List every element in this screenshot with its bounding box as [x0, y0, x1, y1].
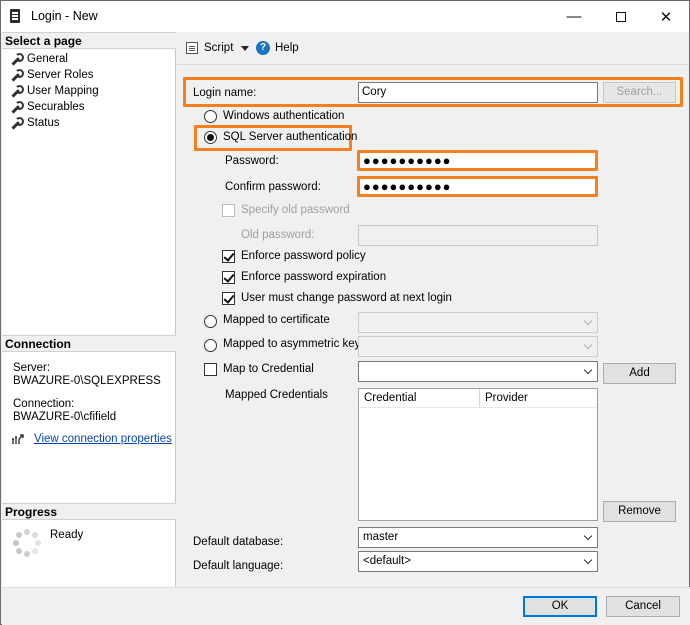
page-item-label: Server Roles	[27, 69, 94, 81]
title-bar: Login - New — ✕	[1, 1, 689, 32]
specify-old-password-label: Specify old password	[241, 204, 350, 216]
search-button[interactable]: Search...	[603, 82, 676, 103]
enforce-expiration-label[interactable]: Enforce password expiration	[241, 271, 386, 283]
wrench-icon	[10, 52, 24, 65]
progress-spinner-icon	[13, 529, 41, 557]
page-item-user-mapping[interactable]: User Mapping	[10, 83, 99, 99]
server-label: Server:	[13, 362, 51, 374]
ok-button[interactable]: OK	[523, 596, 597, 617]
help-icon[interactable]: ?	[256, 41, 270, 55]
default-database-value: master	[363, 531, 399, 543]
help-button[interactable]: Help	[275, 42, 299, 54]
enforce-policy-checkbox[interactable]	[222, 250, 235, 263]
view-connection-properties[interactable]: View connection properties	[11, 433, 172, 445]
chevron-down-icon	[583, 531, 593, 541]
confirm-password-input[interactable]: ●●●●●●●●●●	[360, 179, 595, 194]
asymmetric-key-combo[interactable]	[358, 336, 598, 357]
wrench-icon	[10, 84, 24, 97]
default-language-label: Default language:	[193, 560, 284, 572]
connection-properties-icon	[12, 434, 24, 444]
password-label: Password:	[225, 155, 279, 167]
mapped-credentials-label: Mapped Credentials	[225, 389, 328, 401]
minimize-button[interactable]: —	[551, 1, 597, 32]
left-pane: Select a page General Server Roles User …	[2, 32, 176, 587]
window-title: Login - New	[31, 9, 98, 23]
enforce-expiration-checkbox[interactable]	[222, 271, 235, 284]
certificate-combo[interactable]	[358, 312, 598, 333]
connection-heading: Connection	[2, 335, 176, 352]
general-page: Script ? Help Login name: Cory Search...…	[177, 32, 689, 587]
dialog-button-bar: OK Cancel	[2, 587, 690, 625]
default-database-label: Default database:	[193, 536, 284, 548]
script-dropdown-arrow[interactable]	[241, 46, 249, 51]
windows-auth-radio[interactable]	[204, 110, 217, 123]
map-credential-label[interactable]: Map to Credential	[223, 363, 314, 375]
connection-label: Connection:	[13, 398, 75, 410]
enforce-policy-label[interactable]: Enforce password policy	[241, 250, 366, 262]
login-name-input[interactable]: Cory	[358, 82, 598, 103]
maximize-button[interactable]	[598, 1, 644, 32]
default-language-value: <default>	[363, 555, 411, 567]
close-button[interactable]: ✕	[643, 1, 689, 32]
wrench-icon	[10, 68, 24, 81]
page-item-label: Status	[27, 117, 60, 129]
grid-header-credential[interactable]: Credential	[359, 389, 479, 407]
chevron-down-icon	[583, 555, 593, 565]
wrench-icon	[10, 100, 24, 113]
sql-auth-label[interactable]: SQL Server authentication	[223, 131, 357, 143]
app-icon	[10, 9, 20, 23]
login-name-label: Login name:	[193, 87, 257, 99]
view-connection-properties-link[interactable]: View connection properties	[34, 433, 172, 445]
page-item-label: User Mapping	[27, 85, 99, 97]
remove-button[interactable]: Remove	[603, 501, 676, 522]
confirm-password-label: Confirm password:	[225, 181, 321, 193]
chevron-down-icon	[583, 316, 593, 326]
mapped-certificate-radio[interactable]	[204, 315, 217, 328]
select-page-heading: Select a page	[2, 32, 176, 49]
windows-auth-label[interactable]: Windows authentication	[223, 110, 344, 122]
page-item-label: General	[27, 53, 68, 65]
old-password-input[interactable]	[358, 225, 598, 246]
grid-header-divider	[359, 407, 597, 408]
grid-header-provider[interactable]: Provider	[479, 389, 597, 407]
login-dialog-window: Login - New — ✕ Select a page General Se…	[0, 0, 690, 625]
chevron-down-icon	[583, 365, 593, 375]
maximize-icon	[616, 11, 626, 22]
progress-heading: Progress	[2, 503, 176, 520]
old-password-label: Old password:	[241, 229, 315, 241]
mapped-credentials-grid[interactable]: Credential Provider	[358, 388, 598, 521]
page-item-securables[interactable]: Securables	[10, 99, 85, 115]
password-input[interactable]: ●●●●●●●●●●	[360, 153, 595, 168]
toolbar: Script ? Help	[177, 32, 689, 64]
script-button[interactable]: Script	[204, 42, 233, 54]
map-credential-checkbox[interactable]	[204, 363, 217, 376]
progress-status: Ready	[50, 529, 84, 541]
chevron-down-icon	[583, 340, 593, 350]
page-item-server-roles[interactable]: Server Roles	[10, 67, 93, 83]
cancel-button[interactable]: Cancel	[606, 596, 680, 617]
must-change-checkbox[interactable]	[222, 292, 235, 305]
sql-auth-radio[interactable]	[204, 131, 217, 144]
page-item-general[interactable]: General	[10, 51, 68, 67]
mapped-certificate-label[interactable]: Mapped to certificate	[223, 314, 330, 326]
page-item-status[interactable]: Status	[10, 115, 60, 131]
script-icon	[186, 42, 198, 54]
must-change-label[interactable]: User must change password at next login	[241, 292, 452, 304]
add-button[interactable]: Add	[603, 363, 676, 384]
default-database-combo[interactable]: master	[358, 527, 598, 548]
mapped-asymmetric-key-radio[interactable]	[204, 339, 217, 352]
server-value: BWAZURE-0\SQLEXPRESS	[13, 375, 161, 387]
mapped-asymmetric-key-label[interactable]: Mapped to asymmetric key	[223, 338, 360, 350]
wrench-icon	[10, 116, 24, 129]
credential-combo[interactable]	[358, 361, 598, 382]
page-item-label: Securables	[27, 101, 85, 113]
default-language-combo[interactable]: <default>	[358, 551, 598, 572]
connection-value: BWAZURE-0\cfifield	[13, 411, 117, 423]
toolbar-divider	[177, 64, 689, 65]
specify-old-password-checkbox[interactable]	[222, 204, 235, 217]
